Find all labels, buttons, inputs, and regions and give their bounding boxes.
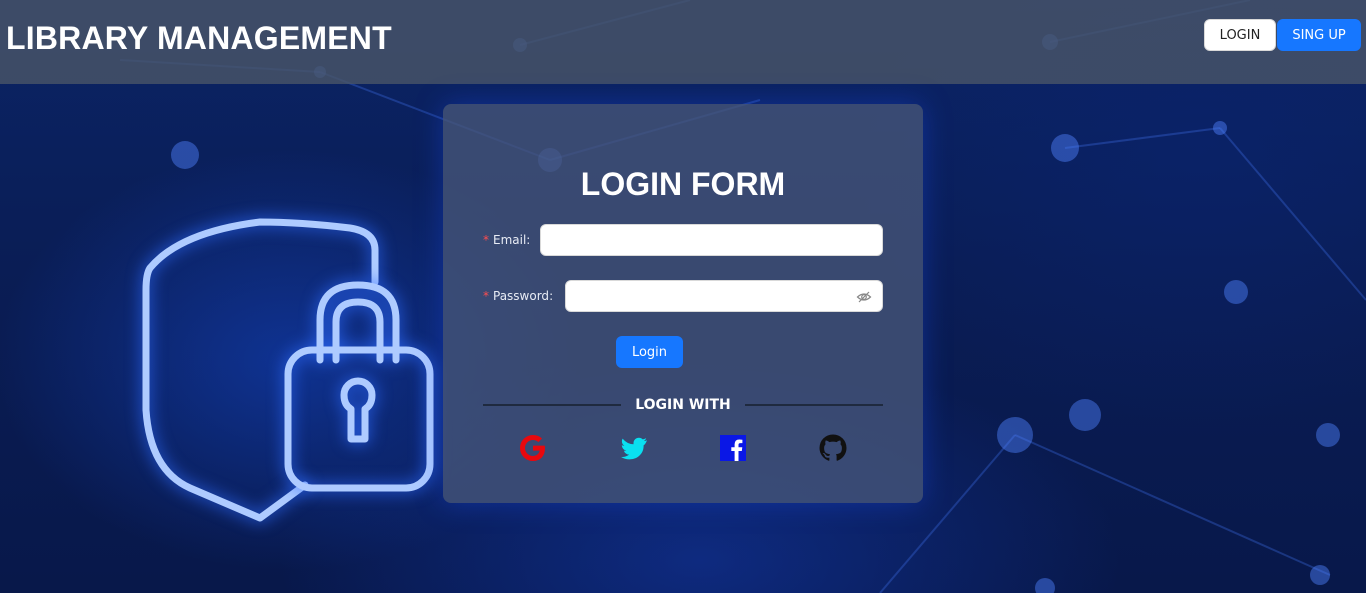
facebook-icon[interactable] bbox=[717, 432, 749, 464]
required-marker: * bbox=[483, 233, 489, 247]
password-label-text: Password bbox=[493, 289, 550, 303]
app-title: LIBRARY MANAGEMENT bbox=[6, 20, 392, 56]
login-with-label: LOGIN WITH bbox=[635, 397, 731, 413]
password-input[interactable] bbox=[565, 280, 883, 312]
label-colon: : bbox=[549, 289, 554, 303]
twitter-icon[interactable] bbox=[617, 432, 649, 464]
label-colon: : bbox=[526, 233, 531, 247]
form-title: LOGIN FORM bbox=[580, 166, 786, 202]
eye-invisible-icon[interactable] bbox=[856, 289, 872, 305]
github-icon[interactable] bbox=[817, 432, 849, 464]
top-header: LIBRARY MANAGEMENT LOGIN SING UP bbox=[0, 0, 1366, 84]
email-label: * Email: bbox=[483, 233, 530, 247]
google-icon[interactable] bbox=[517, 432, 549, 464]
divider-line-right bbox=[745, 404, 883, 406]
email-input[interactable] bbox=[540, 224, 883, 256]
header-login-button[interactable]: LOGIN bbox=[1204, 19, 1276, 51]
login-submit-button[interactable]: Login bbox=[616, 336, 683, 368]
required-marker: * bbox=[483, 289, 489, 303]
password-label: * Password: bbox=[483, 289, 553, 303]
email-label-text: Email bbox=[493, 233, 527, 247]
header-signup-button[interactable]: SING UP bbox=[1277, 19, 1361, 51]
divider-line-left bbox=[483, 404, 621, 406]
login-form-card: LOGIN FORM * Email: * Password: Login LOGI… bbox=[443, 104, 923, 503]
